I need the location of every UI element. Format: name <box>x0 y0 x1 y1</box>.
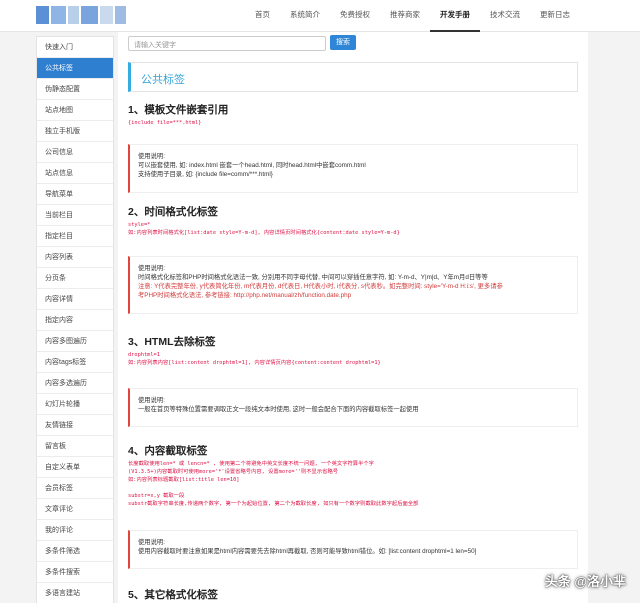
sidebar-item[interactable]: 伪静态配置 <box>37 79 113 100</box>
sidebar-item[interactable]: 公共标签 <box>37 58 113 79</box>
sidebar-item[interactable]: 导航菜单 <box>37 184 113 205</box>
usage-note: 使用说明: 时间格式化标签和PHP时间格式化语法一致, 分别用不同字母代替, 中… <box>128 256 578 314</box>
nav-link[interactable]: 开发手册 <box>430 0 480 32</box>
sidebar-item[interactable]: 当前栏目 <box>37 205 113 226</box>
page-title: 公共标签 <box>141 74 185 86</box>
logo-block <box>81 6 98 24</box>
code-snippet: 如:内容列表内容[list:content drophtml=1], 内容详情页… <box>128 360 381 366</box>
section-title: 2、时间格式化标签 <box>128 206 218 218</box>
sidebar-item[interactable]: 指定内容 <box>37 310 113 331</box>
sidebar-item[interactable]: 内容详情 <box>37 289 113 310</box>
note-line: 使用说明: <box>138 153 165 160</box>
nav-link[interactable]: 更新日志 <box>530 0 580 32</box>
sidebar-item[interactable]: 内容tags标签 <box>37 352 113 373</box>
code-snippet: 长度截取使用len=* 或 lencn=* , 使用第二个将避免中英文长度不统一… <box>128 461 374 467</box>
note-line: 注意: Y代表完整年份, y代表简化年份, m代表月份, d代表日, H代表小时… <box>138 283 503 290</box>
code-snippet: {include file=***.html} <box>128 120 202 126</box>
note-line: 使用说明: <box>138 265 165 272</box>
usage-note: 使用说明: 一般在首页等特殊位置需要调取正文一段纯文本时使用, 这时一般会配合下… <box>128 388 578 427</box>
sidebar-item[interactable]: 内容列表 <box>37 247 113 268</box>
sidebar-item[interactable]: 站点信息 <box>37 163 113 184</box>
search-input[interactable]: 请输入关键字 <box>128 36 326 51</box>
sidebar-item[interactable]: 幻灯片轮播 <box>37 394 113 415</box>
sidebar-item[interactable]: 我的评论 <box>37 520 113 541</box>
section-title: 1、模板文件嵌套引用 <box>128 104 229 116</box>
section-title: 5、其它格式化标签 <box>128 589 218 601</box>
code-snippet: (V1.3.5+)内容截取时可使用more='*'设置省略号内容, 设置more… <box>128 469 339 475</box>
sidebar-item[interactable]: 指定栏目 <box>37 226 113 247</box>
sidebar-item[interactable]: 快速入门 <box>37 37 113 58</box>
sidebar-item[interactable]: 独立手机版 <box>37 121 113 142</box>
logo-block <box>36 6 50 24</box>
usage-note: 使用说明: 使用内容截取时要注意如果是html内容需要先去除html再截取, 否… <box>128 530 578 569</box>
note-line: 使用说明: <box>138 539 165 546</box>
logo-block <box>51 6 66 24</box>
code-snippet: 如:内容列表标题截取[list:title len=10] <box>128 477 240 483</box>
note-line: 时间格式化标签和PHP时间格式化语法一致, 分别用不同字母代替, 中间可以穿插任… <box>138 274 488 281</box>
content-area: 请输入关键字 搜索 公共标签 1、模板文件嵌套引用 {include file=… <box>118 32 588 603</box>
code-snippet: substr=x,y 截取一段 <box>128 493 185 499</box>
note-line: 一般在首页等特殊位置需要调取正文一段纯文本时使用, 这时一般会配合下面的内容截取… <box>138 406 419 413</box>
code-snippet: 如:内容列表时间格式化[list:date style=Y-m-d], 内容详情… <box>128 230 400 236</box>
code-snippet: substr截取字符串长度,传递两个数字, 第一个为起始位置, 第二个为截取长度… <box>128 501 419 507</box>
sidebar-item[interactable]: 站点地图 <box>37 100 113 121</box>
note-line: 可以嵌套使用, 如: index.html 嵌套一个head.html, 同时h… <box>138 162 366 169</box>
note-line: 使用说明: <box>138 397 165 404</box>
sidebar-item[interactable]: 自定义表单 <box>37 457 113 478</box>
section-title: 3、HTML去除标签 <box>128 336 216 348</box>
sidebar-item[interactable]: 内容多图遍历 <box>37 331 113 352</box>
nav-link[interactable]: 免费授权 <box>330 0 380 32</box>
logo-block <box>114 6 126 24</box>
note-line: 考PHP时间格式化语法, 参考链接: http://php.net/manual… <box>138 292 352 299</box>
nav-link[interactable]: 首页 <box>245 0 280 32</box>
main-nav: 首页 系统简介 免费授权 推荐商家 开发手册 技术交流 更新日志 <box>245 0 580 32</box>
usage-note: 使用说明: 可以嵌套使用, 如: index.html 嵌套一个head.htm… <box>128 144 578 193</box>
logo-block <box>67 6 80 24</box>
search-button[interactable]: 搜索 <box>330 35 356 50</box>
nav-link[interactable]: 系统简介 <box>280 0 330 32</box>
sidebar-item[interactable]: 文章评论 <box>37 499 113 520</box>
section-title: 4、内容截取标签 <box>128 445 208 457</box>
code-snippet: drophtml=1 <box>128 352 160 358</box>
logo-block <box>99 6 113 24</box>
sidebar-item[interactable]: 公司信息 <box>37 142 113 163</box>
sidebar-item[interactable]: 多条件搜索 <box>37 562 113 583</box>
page-title-box: 公共标签 <box>128 62 578 92</box>
watermark: 头条 @洛小芈 <box>544 574 626 589</box>
sidebar-item[interactable]: 内容多选遍历 <box>37 373 113 394</box>
sidebar-menu: 快速入门 公共标签 伪静态配置 站点地图 独立手机版 公司信息 站点信息 导航菜单 当前栏目 指定… <box>36 36 114 603</box>
code-snippet: style=* <box>128 222 151 228</box>
sidebar-item[interactable]: 友情链接 <box>37 415 113 436</box>
sidebar-item[interactable]: 多语言建站 <box>37 583 113 603</box>
sidebar-item[interactable]: 多条件筛选 <box>37 541 113 562</box>
top-navbar: 首页 系统简介 免费授权 推荐商家 开发手册 技术交流 更新日志 <box>0 0 640 32</box>
nav-link[interactable]: 推荐商家 <box>380 0 430 32</box>
note-line: 使用内容截取时要注意如果是html内容需要先去除html再截取, 否则可能导致h… <box>138 548 477 555</box>
nav-link[interactable]: 技术交流 <box>480 0 530 32</box>
sidebar-item[interactable]: 留言板 <box>37 436 113 457</box>
note-line: 支持使用子目录, 如: {include file=comm/***.html} <box>138 171 273 178</box>
sidebar-item[interactable]: 分页条 <box>37 268 113 289</box>
sidebar-item[interactable]: 会员标签 <box>37 478 113 499</box>
site-logo[interactable] <box>36 6 126 24</box>
